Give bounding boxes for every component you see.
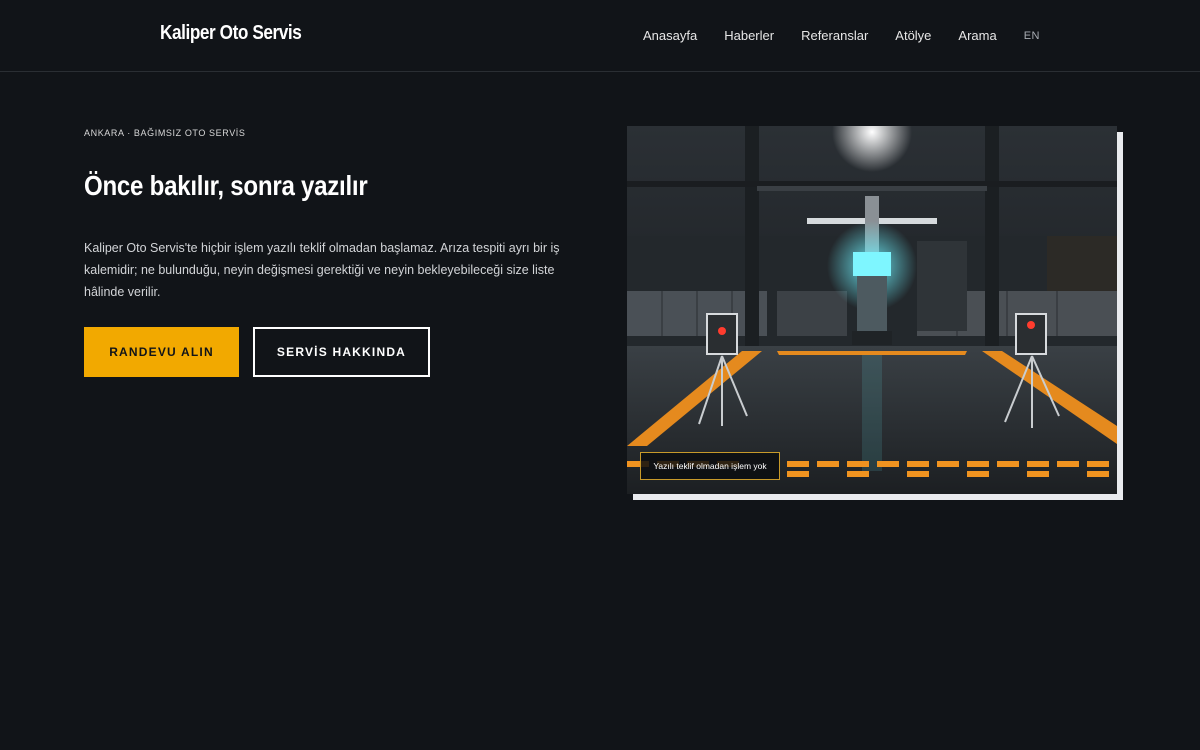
nav-item-atolye[interactable]: Atölye: [895, 28, 931, 43]
language-switch[interactable]: EN: [1024, 30, 1040, 42]
hero-eyebrow: ANKARA · BAĞIMSIZ OTO SERVİS: [84, 128, 246, 138]
about-service-button[interactable]: SERVİS HAKKINDA: [253, 327, 430, 377]
appointment-button[interactable]: RANDEVU ALIN: [84, 327, 239, 377]
hero-headline: Önce bakılır, sonra yazılır: [84, 170, 368, 201]
workshop-photo: [627, 126, 1117, 494]
nav-item-arama[interactable]: Arama: [958, 28, 996, 43]
image-caption: Yazılı teklif olmadan işlem yok: [640, 452, 780, 480]
nav-item-anasayfa[interactable]: Anasayfa: [643, 28, 697, 43]
main-nav: Anasayfa Haberler Referanslar Atölye Ara…: [616, 28, 1040, 43]
hero-lead: Kaliper Oto Servis'te hiçbir işlem yazıl…: [84, 241, 560, 299]
nav-item-haberler[interactable]: Haberler: [724, 28, 774, 43]
site-header: Kaliper Oto Servis Anasayfa Haberler Ref…: [0, 0, 1200, 72]
brand-logo[interactable]: Kaliper Oto Servis: [160, 22, 302, 45]
nav-item-referanslar[interactable]: Referanslar: [801, 28, 868, 43]
